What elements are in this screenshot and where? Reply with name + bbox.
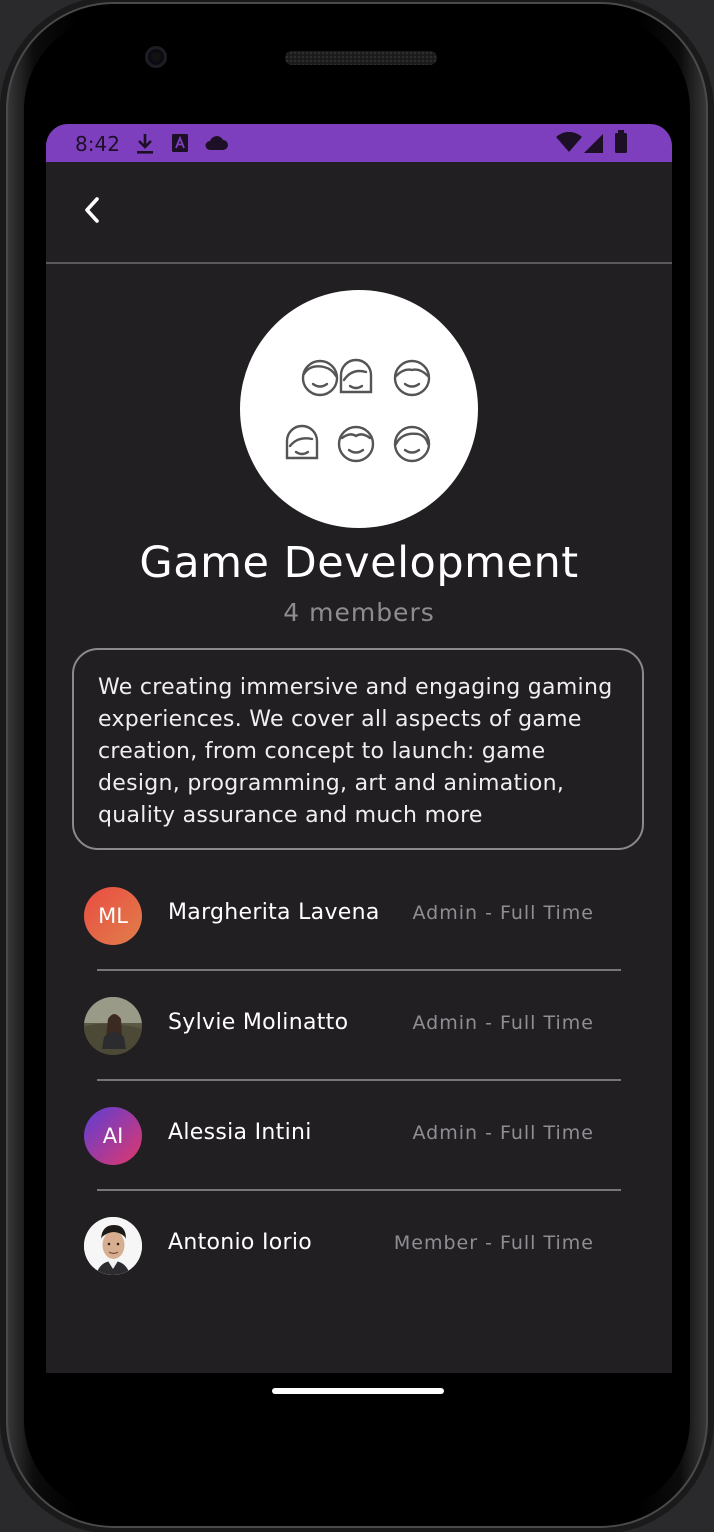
member-row[interactable]: Sylvie Molinatto Admin - Full Time <box>46 970 672 1080</box>
member-name: Antonio Iorio <box>168 1230 313 1255</box>
avatar: ML <box>84 887 142 945</box>
avatar-initials: ML <box>98 904 128 928</box>
back-button[interactable] <box>74 194 110 230</box>
member-row[interactable]: AI Alessia Intini Admin - Full Time <box>46 1080 672 1190</box>
header-divider <box>46 262 672 264</box>
group-title: Game Development <box>139 538 579 588</box>
avatar <box>84 1217 142 1275</box>
group-description-card: We creating immersive and engaging gamin… <box>72 648 644 850</box>
member-name: Sylvie Molinatto <box>168 1010 349 1035</box>
person-photo-icon <box>84 1217 142 1275</box>
person-photo-icon <box>84 997 142 1055</box>
people-group-icon <box>285 358 431 463</box>
member-row[interactable]: ML Margherita Lavena Admin - Full Time <box>46 860 672 970</box>
member-name: Margherita Lavena <box>168 900 380 925</box>
member-row[interactable]: Antonio Iorio Member - Full Time <box>46 1190 672 1300</box>
battery-icon <box>614 130 628 158</box>
member-count: 4 members <box>283 598 435 627</box>
earpiece-speaker <box>285 51 437 65</box>
group-avatar <box>240 290 478 528</box>
avatar <box>84 997 142 1055</box>
home-indicator[interactable] <box>272 1388 444 1394</box>
member-role: Admin - Full Time <box>412 902 594 924</box>
member-name: Alessia Intini <box>168 1120 312 1145</box>
text-a-icon <box>172 134 188 156</box>
avatar-initials: AI <box>102 1124 124 1148</box>
member-role: Admin - Full Time <box>412 1122 594 1144</box>
signal-icon <box>584 132 604 158</box>
status-bar: 8:42 <box>46 124 672 162</box>
member-role: Admin - Full Time <box>412 1012 594 1034</box>
front-camera <box>145 46 167 68</box>
avatar: AI <box>84 1107 142 1165</box>
wifi-icon <box>556 131 582 158</box>
status-time: 8:42 <box>75 132 120 156</box>
chevron-left-icon <box>82 196 102 228</box>
app-screen: 8:42 Game Development 4 members We creat… <box>46 124 672 1373</box>
member-role: Member - Full Time <box>393 1232 594 1254</box>
top-app-bar <box>46 162 672 262</box>
download-icon <box>136 133 154 159</box>
cloud-icon <box>204 135 228 155</box>
group-description: We creating immersive and engaging gamin… <box>98 675 613 828</box>
